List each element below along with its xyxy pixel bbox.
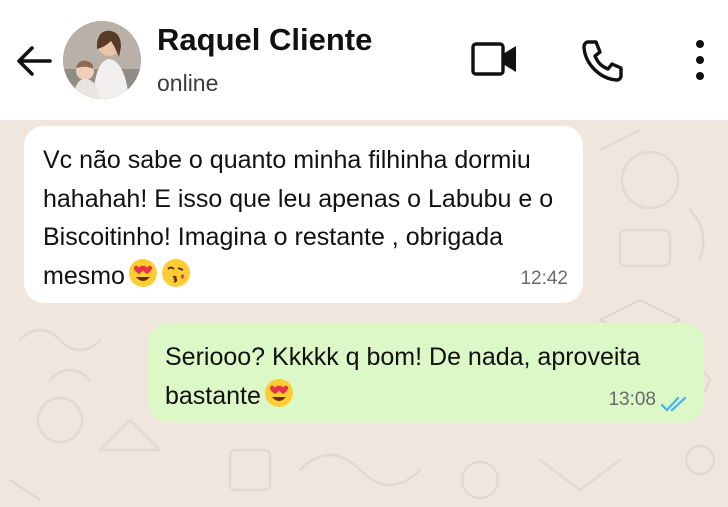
video-call-icon[interactable] <box>470 39 520 79</box>
message-time: 12:42 <box>520 267 568 289</box>
more-options-icon[interactable] <box>688 38 712 82</box>
contact-name[interactable]: Raquel Cliente <box>157 22 372 58</box>
message-text: Vc não sabe o quanto minha filhinha dorm… <box>43 141 565 299</box>
heart-eyes-emoji <box>128 258 158 300</box>
avatar[interactable] <box>63 21 141 99</box>
phone-icon[interactable] <box>580 37 626 83</box>
chat-header: Raquel Cliente online <box>0 0 728 120</box>
back-arrow-icon[interactable] <box>14 41 54 81</box>
incoming-message[interactable]: Vc não sabe o quanto minha filhinha dorm… <box>24 126 583 303</box>
contact-status: online <box>157 70 219 96</box>
read-ticks-icon <box>660 396 687 412</box>
outgoing-message[interactable]: Seriooo? Kkkkk q bom! De nada, aproveita… <box>148 323 704 422</box>
avatar-photo <box>63 21 141 99</box>
heart-eyes-emoji <box>264 378 294 420</box>
message-time: 13:08 <box>608 388 656 410</box>
kiss-emoji <box>161 258 191 300</box>
